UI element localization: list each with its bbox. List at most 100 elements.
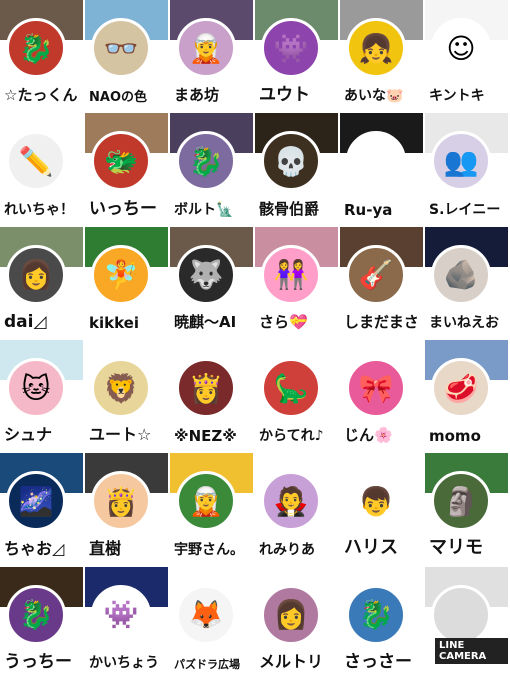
display-name: マリモ: [429, 536, 483, 558]
display-name: キントキ: [429, 88, 485, 105]
avatar-icon: 🦁: [103, 371, 139, 405]
avatar[interactable]: 🧝: [176, 18, 236, 78]
profile-tile[interactable]: 🦊 パズドラ広場: [170, 566, 253, 678]
avatar-icon: 👸: [188, 371, 224, 405]
profile-tile[interactable]: 👦 ハリス: [340, 453, 423, 565]
avatar-icon: 🐺: [188, 258, 224, 292]
profile-tile[interactable]: ✏️ れいちゃ！: [0, 113, 83, 225]
avatar[interactable]: 👩: [261, 584, 321, 645]
profile-tile[interactable]: 🎀 じん🌸: [340, 340, 423, 452]
avatar[interactable]: 🐲: [91, 131, 151, 192]
display-name: momo: [429, 427, 481, 446]
avatar-icon: 👧: [358, 31, 394, 65]
avatar[interactable]: 👩: [6, 244, 66, 305]
avatar[interactable]: [431, 584, 491, 645]
profile-tile[interactable]: 👩 dai◿: [0, 226, 83, 338]
avatar[interactable]: 🎸: [346, 244, 406, 305]
display-name: ボルト🗽: [174, 201, 234, 218]
profile-tile[interactable]: 🐱 シュナ: [0, 340, 83, 452]
profile-tile[interactable]: 💀 骸骨伯爵: [255, 113, 338, 225]
display-name: しまだまさ: [344, 312, 419, 331]
avatar-icon: 👩: [18, 258, 54, 292]
avatar[interactable]: 🧝: [176, 471, 236, 532]
profile-tile[interactable]: 👥 S.レイニー: [425, 113, 508, 225]
avatar[interactable]: ✏️: [6, 131, 66, 192]
profile-tile[interactable]: 👩 メルトリ: [255, 566, 338, 678]
avatar[interactable]: 🐺: [176, 244, 236, 305]
display-name: パズドラ広場: [174, 657, 240, 671]
avatar[interactable]: 🌌: [6, 471, 66, 532]
profile-tile[interactable]: 🐺 暁麒〜AI: [170, 226, 253, 338]
avatar-icon: 🥩: [443, 371, 479, 405]
profile-tile[interactable]: 🧝 宇野さん。: [170, 453, 253, 565]
profile-tile[interactable]: 🐉 ☆たっくん: [0, 0, 83, 112]
avatar[interactable]: 🦁: [91, 358, 151, 418]
profile-tile[interactable]: 🐉 うっちー: [0, 566, 83, 678]
display-name: メルトリ: [259, 651, 324, 671]
profile-tile[interactable]: 🗿 マリモ: [425, 453, 508, 565]
display-name: からてれ♪: [259, 428, 324, 445]
display-name: kikkei: [89, 313, 139, 332]
profile-tile[interactable]: 🐉 ボルト🗽: [170, 113, 253, 225]
profile-tile[interactable]: 🦁 ユート☆: [85, 340, 168, 452]
profile-tile[interactable]: 👭 さら💝: [255, 226, 338, 338]
avatar[interactable]: 👸: [176, 358, 236, 418]
avatar[interactable]: 👧: [346, 18, 406, 78]
avatar[interactable]: 🐉: [6, 584, 66, 645]
avatar[interactable]: 👥: [431, 131, 491, 192]
avatar-icon: 👦: [358, 484, 394, 518]
avatar[interactable]: 👾: [91, 584, 151, 645]
profile-tile[interactable]: 👧 あいな🐷: [340, 0, 423, 112]
profile-tile[interactable]: 🧚 kikkei: [85, 226, 168, 338]
avatar-icon: 🦕: [273, 371, 309, 405]
avatar[interactable]: [346, 131, 406, 192]
display-name: ユウト: [259, 85, 310, 106]
profile-tile[interactable]: 👾 かいちょう: [85, 566, 168, 678]
avatar-icon: 🐉: [188, 144, 224, 178]
avatar-icon: 🧝: [188, 31, 224, 65]
avatar-icon: 🎸: [358, 258, 394, 292]
display-name: S.レイニー: [429, 201, 501, 218]
profile-tile[interactable]: 🧛 れみりあ: [255, 453, 338, 565]
profile-tile[interactable]: 🦕 からてれ♪: [255, 340, 338, 452]
profile-tile[interactable]: 👓 NAOの色: [85, 0, 168, 112]
avatar[interactable]: 🐱: [6, 358, 66, 418]
profile-tile[interactable]: LINE CAMERA: [425, 566, 508, 678]
avatar[interactable]: 👓: [91, 18, 151, 78]
profile-tile[interactable]: 🐉 さっさー: [340, 566, 423, 678]
avatar[interactable]: 👸: [91, 471, 151, 532]
avatar[interactable]: 🎀: [346, 358, 406, 418]
display-name: いっちー: [89, 198, 157, 219]
avatar[interactable]: ☺: [431, 18, 491, 78]
avatar[interactable]: 👾: [261, 18, 321, 78]
profile-tile[interactable]: 👸 直樹: [85, 453, 168, 565]
profile-tile[interactable]: 🥩 momo: [425, 340, 508, 452]
avatar[interactable]: 🧚: [91, 244, 151, 305]
avatar[interactable]: 🦕: [261, 358, 321, 418]
profile-tile[interactable]: 👸 ※NEZ※: [170, 340, 253, 452]
avatar-icon: 💀: [273, 144, 309, 178]
avatar[interactable]: 👭: [261, 244, 321, 305]
profile-tile[interactable]: Ru-ya: [340, 113, 423, 225]
profile-tile[interactable]: 👾 ユウト: [255, 0, 338, 112]
avatar[interactable]: 🐉: [346, 584, 406, 645]
avatar[interactable]: 🐉: [6, 18, 66, 78]
avatar[interactable]: 🪨: [431, 244, 491, 305]
profile-tile[interactable]: 🌌 ちゃお◿: [0, 453, 83, 565]
profile-tile[interactable]: 🧝 まあ坊: [170, 0, 253, 112]
watermark-label: LINE CAMERA: [435, 637, 508, 664]
avatar-icon: 🪨: [443, 258, 479, 292]
avatar[interactable]: 🦊: [176, 584, 236, 645]
avatar[interactable]: 🐉: [176, 131, 236, 192]
avatar[interactable]: 💀: [261, 131, 321, 192]
avatar[interactable]: 👦: [346, 471, 406, 532]
profile-tile[interactable]: 🐲 いっちー: [85, 113, 168, 225]
display-name: 直樹: [89, 538, 122, 558]
profile-tile[interactable]: 🎸 しまだまさ: [340, 226, 423, 338]
display-name: ※NEZ※: [174, 427, 237, 446]
profile-tile[interactable]: ☺ キントキ: [425, 0, 508, 112]
profile-tile[interactable]: 🪨 まいねえお: [425, 226, 508, 338]
avatar[interactable]: 🧛: [261, 471, 321, 532]
avatar[interactable]: 🗿: [431, 471, 491, 532]
avatar[interactable]: 🥩: [431, 358, 491, 418]
